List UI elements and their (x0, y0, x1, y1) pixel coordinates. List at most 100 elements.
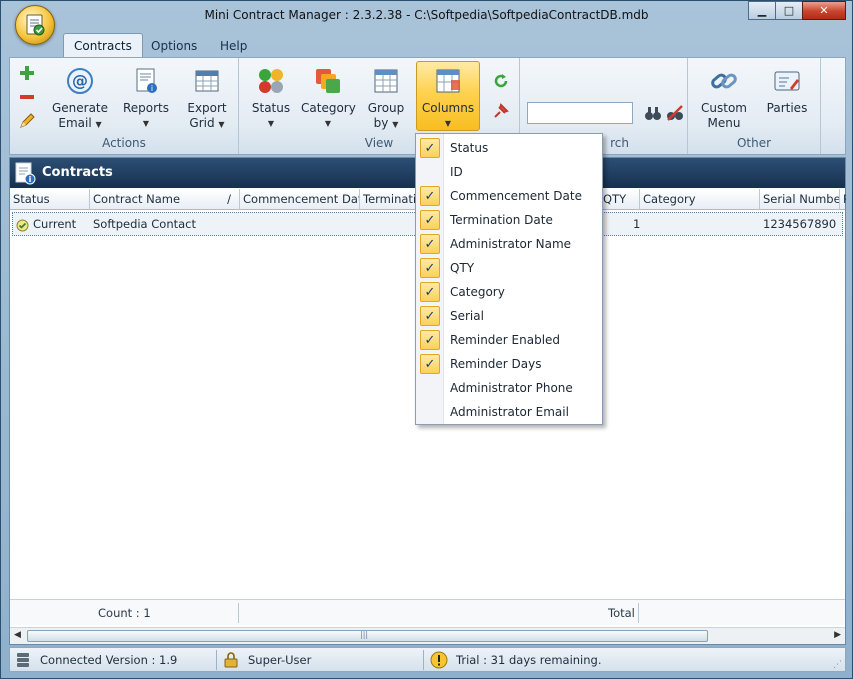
menu-item-label: ID (450, 165, 463, 179)
checkmark-icon: ✓ (420, 234, 440, 254)
menu-item-administrator-name[interactable]: ✓ Administrator Name (416, 232, 602, 256)
add-icon[interactable] (18, 64, 36, 82)
category-label: Category (301, 101, 356, 115)
column-header-commencement-date[interactable]: Commencement Date (240, 189, 360, 210)
current-status-icon (16, 219, 29, 232)
menu-item-label: Reminder Enabled (450, 333, 561, 347)
menu-item-reminder-enabled[interactable]: ✓ Reminder Enabled (416, 328, 602, 352)
cell-status: Current (33, 217, 77, 231)
cell-serial-number: 1234567890 (763, 217, 837, 231)
app-window: Mini Contract Manager : 2.3.2.38 - C:\So… (0, 0, 853, 679)
menu-item-label: Administrator Phone (450, 381, 573, 395)
column-header-r[interactable]: R (840, 189, 846, 210)
columns-dropdown-menu: ✓ Status ID ✓ Commencement Date ✓ Termination … (415, 133, 603, 425)
tab-options[interactable]: Options (141, 36, 207, 58)
menu-item-reminder-days[interactable]: ✓ Reminder Days (416, 352, 602, 376)
group-label-actions: Actions (102, 136, 146, 150)
horizontal-scrollbar[interactable]: ◀ ||| ▶ (10, 627, 845, 644)
checkmark-icon: ✓ (420, 138, 440, 158)
search-input[interactable] (527, 102, 633, 124)
svg-text:@: @ (72, 71, 88, 90)
user-lock-icon (224, 652, 238, 668)
column-header-status[interactable]: Status (10, 189, 90, 210)
status-bar: Connected Version : 1.9 Super-User Trial… (9, 647, 846, 672)
column-header-category[interactable]: Category (640, 189, 760, 210)
title-bar: Mini Contract Manager : 2.3.2.38 - C:\So… (1, 1, 852, 45)
menu-item-qty[interactable]: ✓ QTY (416, 256, 602, 280)
menu-item-label: Commencement Date (450, 189, 582, 203)
tab-help[interactable]: Help (210, 36, 257, 58)
remove-icon[interactable] (18, 88, 36, 106)
group-by-label-1: Group (367, 101, 405, 115)
tab-contracts[interactable]: Contracts (63, 33, 143, 58)
menu-item-id[interactable]: ID (416, 160, 602, 184)
chain-link-icon (711, 73, 737, 89)
pin-icon[interactable] (492, 102, 510, 120)
menu-item-label: Termination Date (450, 213, 553, 227)
scroll-thumb[interactable]: ||| (27, 630, 708, 642)
cell-contract-name: Softpedia Contact (93, 217, 197, 231)
ribbon-group-actions: @ Generate Email ▼ i Reports ▼ Export Gr… (10, 58, 239, 154)
menu-item-termination-date[interactable]: ✓ Termination Date (416, 208, 602, 232)
group-by-button[interactable]: Group by ▼ (363, 62, 409, 132)
generate-email-button[interactable]: @ Generate Email ▼ (50, 62, 110, 132)
custom-menu-button[interactable]: Custom Menu (696, 62, 752, 131)
scroll-left-icon[interactable]: ◀ (14, 630, 21, 640)
resize-grip-icon[interactable]: ⋰ (833, 660, 842, 670)
column-header-qty[interactable]: QTY (600, 189, 640, 210)
ribbon-group-other: Custom Menu Parties Other (688, 58, 821, 154)
export-grid-label-2: Grid (189, 116, 215, 130)
status-label: Status (251, 101, 291, 115)
database-icon (17, 653, 29, 667)
columns-button[interactable]: Columns ▼ (416, 61, 480, 131)
reports-button[interactable]: i Reports ▼ (120, 62, 172, 131)
checkmark-icon: ✓ (420, 330, 440, 350)
connection-status: Connected Version : 1.9 (40, 653, 178, 667)
status-filter-button[interactable]: Status ▼ (249, 62, 293, 131)
app-menu-button[interactable] (15, 5, 55, 45)
refresh-icon[interactable] (492, 72, 510, 90)
menu-item-administrator-phone[interactable]: Administrator Phone (416, 376, 602, 400)
menu-item-status[interactable]: ✓ Status (416, 136, 602, 160)
group-label-other: Other (736, 136, 772, 150)
menu-item-label: Category (450, 285, 505, 299)
parties-button[interactable]: Parties (762, 62, 812, 116)
binoculars-icon[interactable] (644, 104, 662, 122)
maximize-button[interactable]: □ (775, 1, 803, 20)
panel-title: Contracts (42, 165, 113, 180)
email-at-icon: @ (67, 68, 93, 94)
checkmark-icon: ✓ (420, 210, 440, 230)
export-grid-label-1: Export (187, 101, 227, 115)
group-by-label-2: by (373, 116, 389, 130)
user-role: Super-User (248, 653, 312, 667)
checkmark-icon: ✓ (420, 306, 440, 326)
menu-item-commencement-date[interactable]: ✓ Commencement Date (416, 184, 602, 208)
export-grid-button[interactable]: Export Grid ▼ (182, 62, 232, 132)
column-header-contract-name[interactable]: Contract Name / (90, 189, 240, 210)
grid-summary: Count : 1 Total (10, 599, 845, 625)
category-stack-icon (316, 69, 340, 93)
minimize-button[interactable]: ▁ (748, 1, 776, 20)
scroll-right-icon[interactable]: ▶ (834, 630, 841, 640)
summary-total: Total (608, 606, 635, 620)
svg-text:i: i (29, 175, 32, 184)
menu-item-label: Serial (450, 309, 484, 323)
checkmark-icon: ✓ (420, 186, 440, 206)
menu-item-label: QTY (450, 261, 475, 275)
category-filter-button[interactable]: Category ▼ (301, 62, 356, 131)
menu-item-category[interactable]: ✓ Category (416, 280, 602, 304)
columns-grid-icon (436, 69, 460, 93)
generate-email-label-2: Email (58, 116, 92, 130)
column-header-contract-name-label: Contract Name (93, 192, 181, 206)
menu-item-label: Reminder Days (450, 357, 542, 371)
menu-item-serial[interactable]: ✓ Serial (416, 304, 602, 328)
status-circles-icon (259, 69, 283, 93)
close-button[interactable]: ✕ (802, 1, 846, 20)
menu-item-administrator-email[interactable]: Administrator Email (416, 400, 602, 424)
sort-indicator-icon: / (227, 192, 231, 206)
column-header-serial-number[interactable]: Serial Number (760, 189, 840, 210)
ribbon-tabs: Contracts Options Help (9, 33, 846, 58)
clear-search-icon[interactable] (666, 104, 684, 122)
svg-text:i: i (151, 84, 153, 93)
edit-pencil-icon[interactable] (18, 112, 36, 130)
